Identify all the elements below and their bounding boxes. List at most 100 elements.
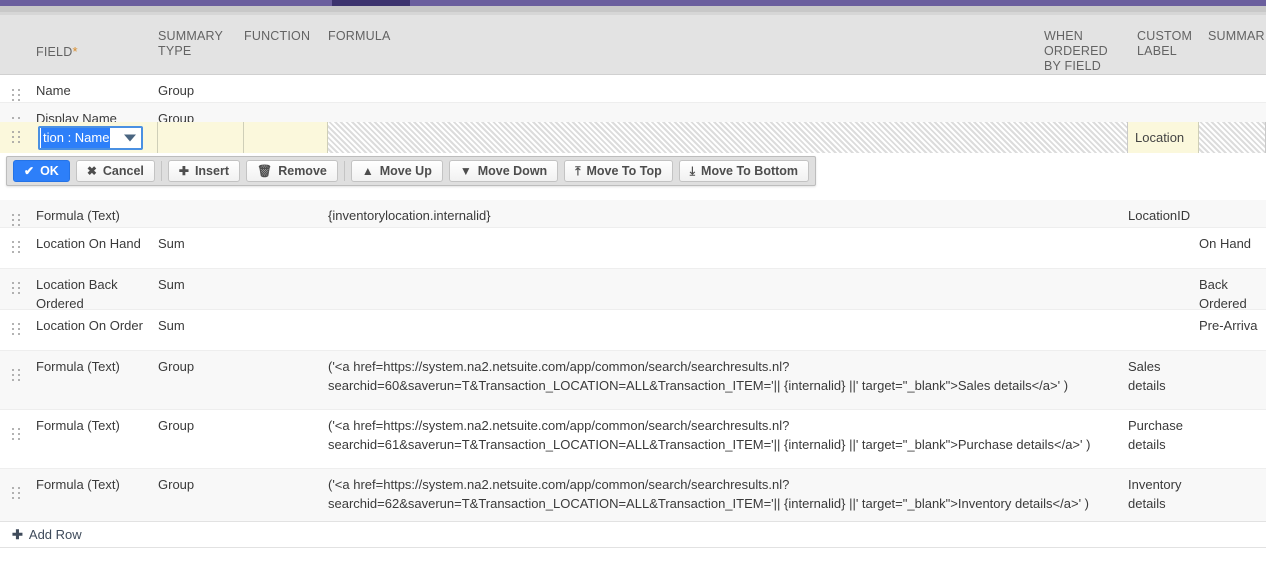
edit-custom-label-cell[interactable]: Location bbox=[1128, 122, 1199, 153]
cell-custom-label[interactable] bbox=[1128, 269, 1199, 281]
table-row[interactable]: Formula (Text) {inventorylocation.intern… bbox=[0, 200, 1266, 228]
cell-field[interactable]: Location On Hand bbox=[36, 228, 158, 259]
cell-field[interactable]: Formula (Text) bbox=[36, 200, 158, 231]
table-row[interactable]: Formula (Text) Group ('<a href=https://s… bbox=[0, 469, 1266, 528]
ok-button[interactable]: ✔ OK bbox=[13, 160, 70, 182]
row-drag-handle[interactable] bbox=[0, 469, 36, 507]
cell-summary-type[interactable]: Sum bbox=[158, 269, 244, 300]
cell-field[interactable]: Formula (Text) bbox=[36, 351, 158, 382]
cell-formula[interactable] bbox=[328, 103, 1128, 115]
cell-function[interactable] bbox=[244, 351, 328, 363]
edit-function-cell[interactable] bbox=[244, 122, 328, 153]
drag-dots-icon[interactable] bbox=[12, 428, 21, 442]
cell-function[interactable] bbox=[244, 269, 328, 281]
window-chrome bbox=[0, 0, 1266, 15]
move-up-button-label: Move Up bbox=[379, 164, 432, 178]
row-drag-handle[interactable] bbox=[0, 310, 36, 343]
cell-formula[interactable]: ('<a href=https://system.na2.netsuite.co… bbox=[328, 469, 1128, 519]
cell-summary-label[interactable] bbox=[1199, 410, 1266, 422]
drag-dots-icon[interactable] bbox=[12, 323, 21, 337]
field-select[interactable]: tion : Name bbox=[38, 125, 143, 150]
cell-summary-label[interactable] bbox=[1199, 200, 1266, 212]
header-custom-label: CUSTOM LABEL bbox=[1137, 29, 1193, 58]
cell-formula[interactable] bbox=[328, 228, 1128, 240]
table-row[interactable]: Formula (Text) Group ('<a href=https://s… bbox=[0, 410, 1266, 469]
cell-custom-label[interactable]: Purchase details bbox=[1128, 410, 1199, 460]
insert-button[interactable]: ✚ Insert bbox=[167, 160, 240, 182]
drag-dots-icon[interactable] bbox=[12, 282, 21, 296]
cell-summary-type[interactable] bbox=[158, 200, 244, 212]
row-drag-handle[interactable] bbox=[0, 269, 36, 302]
edit-field-cell[interactable]: tion : Name bbox=[36, 122, 158, 153]
inline-edit-row[interactable]: tion : Name Location bbox=[0, 122, 1266, 153]
drag-dots-icon[interactable] bbox=[12, 214, 21, 228]
cell-summary-label[interactable]: Pre-Arriva bbox=[1199, 310, 1266, 341]
drag-dots-icon[interactable] bbox=[12, 241, 21, 255]
table-row[interactable]: Formula (Text) Group ('<a href=https://s… bbox=[0, 351, 1266, 410]
cell-function[interactable] bbox=[244, 310, 328, 322]
edit-formula-cell bbox=[328, 122, 1128, 153]
cancel-button[interactable]: ✖ Cancel bbox=[75, 160, 155, 182]
cell-custom-label[interactable] bbox=[1128, 103, 1199, 115]
cell-formula[interactable]: ('<a href=https://system.na2.netsuite.co… bbox=[328, 351, 1128, 401]
cell-summary-label[interactable]: On Hand bbox=[1199, 228, 1266, 259]
cell-custom-label[interactable] bbox=[1128, 310, 1199, 322]
move-to-top-button[interactable]: ⤒ Move To Top bbox=[564, 160, 673, 182]
cell-summary-label[interactable] bbox=[1199, 351, 1266, 363]
drag-dots-icon[interactable] bbox=[12, 89, 21, 103]
table-row[interactable]: Location Back Ordered Sum Back Ordered bbox=[0, 269, 1266, 311]
edit-summary-type-cell[interactable] bbox=[158, 122, 244, 153]
cell-function[interactable] bbox=[244, 228, 328, 240]
cell-formula[interactable]: {inventorylocation.internalid} bbox=[328, 200, 1128, 231]
cell-custom-label[interactable] bbox=[1128, 75, 1199, 87]
row-drag-handle[interactable] bbox=[0, 410, 36, 448]
cell-field[interactable]: Formula (Text) bbox=[36, 410, 158, 441]
add-row-button[interactable]: ✚ Add Row bbox=[0, 521, 1266, 548]
move-down-button[interactable]: ▼ Move Down bbox=[448, 160, 559, 182]
move-to-bottom-button[interactable]: ⤓ Move To Bottom bbox=[678, 160, 810, 182]
move-up-button[interactable]: ▲ Move Up bbox=[350, 160, 443, 182]
header-summary-label: SUMMAR bbox=[1208, 29, 1265, 43]
cell-summary-label[interactable] bbox=[1199, 103, 1266, 115]
cell-custom-label[interactable] bbox=[1128, 228, 1199, 240]
cell-function[interactable] bbox=[244, 410, 328, 422]
remove-button[interactable]: 🗑 Remove bbox=[245, 160, 338, 182]
header-function: FUNCTION bbox=[244, 29, 311, 43]
cell-function[interactable] bbox=[244, 103, 328, 115]
cell-summary-type[interactable]: Sum bbox=[158, 310, 244, 341]
cell-formula[interactable] bbox=[328, 310, 1128, 322]
cell-custom-label[interactable]: LocationID bbox=[1128, 200, 1199, 231]
cell-summary-type[interactable]: Group bbox=[158, 75, 244, 106]
cell-summary-type[interactable]: Group bbox=[158, 469, 244, 500]
cell-custom-label[interactable]: Sales details bbox=[1128, 351, 1199, 401]
cell-summary-label[interactable] bbox=[1199, 75, 1266, 87]
cancel-button-label: Cancel bbox=[102, 164, 144, 178]
cell-function[interactable] bbox=[244, 469, 328, 481]
cell-summary-type[interactable]: Group bbox=[158, 410, 244, 441]
drag-dots-icon[interactable] bbox=[12, 487, 21, 501]
header-summary-type: SUMMARY TYPE bbox=[158, 29, 224, 58]
cell-custom-label[interactable]: Inventory details bbox=[1128, 469, 1199, 519]
table-row[interactable]: Location On Hand Sum On Hand bbox=[0, 228, 1266, 269]
cell-function[interactable] bbox=[244, 200, 328, 212]
cell-field[interactable]: Location On Order bbox=[36, 310, 158, 341]
header-field: FIELD* bbox=[36, 15, 158, 60]
cell-formula[interactable] bbox=[328, 269, 1128, 281]
cell-field[interactable]: Formula (Text) bbox=[36, 469, 158, 500]
cell-summary-label[interactable] bbox=[1199, 469, 1266, 481]
field-select-value: tion : Name bbox=[41, 127, 111, 148]
edit-row-drag-handle[interactable] bbox=[0, 122, 36, 153]
cell-field[interactable]: Name bbox=[36, 75, 158, 106]
table-row[interactable]: Location On Order Sum Pre-Arriva bbox=[0, 310, 1266, 351]
cell-summary-type[interactable]: Sum bbox=[158, 228, 244, 259]
cell-formula[interactable] bbox=[328, 75, 1128, 87]
cell-function[interactable] bbox=[244, 75, 328, 87]
cell-summary-type[interactable]: Group bbox=[158, 351, 244, 382]
drag-dots-icon[interactable] bbox=[12, 369, 21, 383]
row-drag-handle[interactable] bbox=[0, 228, 36, 261]
drag-dots-icon[interactable] bbox=[12, 130, 21, 145]
chevron-down-icon[interactable] bbox=[124, 134, 136, 141]
cell-formula[interactable]: ('<a href=https://system.na2.netsuite.co… bbox=[328, 410, 1128, 460]
table-row[interactable]: Name Group bbox=[0, 75, 1266, 103]
row-drag-handle[interactable] bbox=[0, 351, 36, 389]
